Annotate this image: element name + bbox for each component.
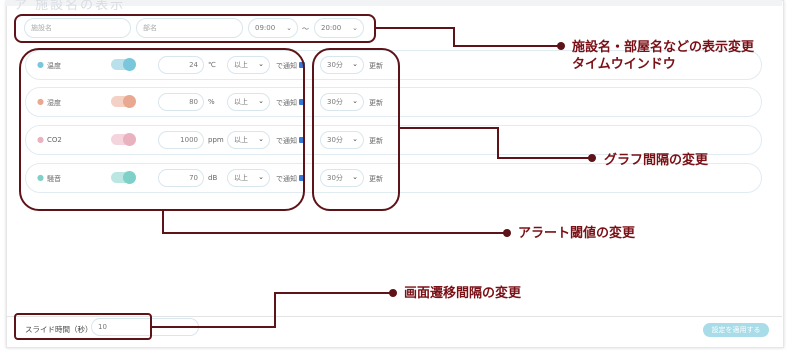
annotation-label-timewindow: タイムウインドウ (572, 57, 676, 72)
faded-header: ア 施設名の表示 (14, 0, 126, 13)
annotation-label-slide-interval: 画面遷移間隔の変更 (404, 286, 522, 301)
connector-line (274, 292, 392, 294)
annotation-box-threshold (19, 48, 305, 211)
annotation-box-interval (312, 48, 400, 211)
connector-line (453, 27, 455, 47)
connector-line (497, 127, 499, 159)
connector-dot (389, 289, 397, 297)
annotation-label-alert-threshold: アラート閾値の変更 (518, 226, 636, 241)
connector-line (376, 27, 454, 29)
apply-settings-button[interactable]: 設定を適用する (703, 323, 769, 337)
connector-dot (588, 154, 596, 162)
connector-line (453, 45, 561, 47)
annotation-box-slide (14, 313, 152, 340)
connector-line (162, 211, 164, 233)
connector-line (162, 232, 507, 234)
connector-dot (503, 229, 511, 237)
connector-line (152, 326, 276, 328)
annotation-label-graph-interval: グラフ間隔の変更 (604, 153, 709, 168)
connector-dot (557, 42, 565, 50)
connector-line (400, 127, 498, 129)
annotation-box-header (14, 14, 376, 43)
connector-line (274, 293, 276, 328)
connector-line (497, 157, 592, 159)
